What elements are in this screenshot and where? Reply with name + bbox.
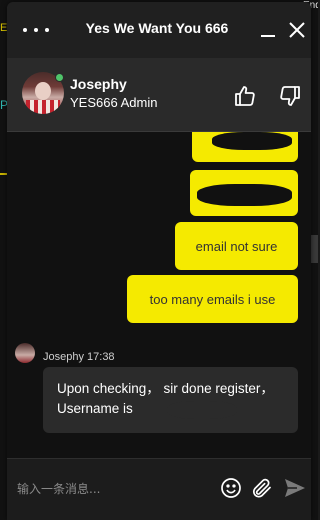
- message-composer: [7, 458, 311, 520]
- avatar-face: [35, 82, 51, 100]
- background-scrollbar[interactable]: [310, 235, 318, 263]
- chat-widget: Yes We Want You 666 Josephy YES666 Admin: [7, 2, 311, 520]
- send-icon[interactable]: [283, 476, 307, 500]
- minimize-icon[interactable]: [259, 20, 277, 40]
- chat-title: Yes We Want You 666: [85, 20, 229, 36]
- more-icon-dot: [34, 28, 38, 32]
- message-meta: Josephy 17:38: [43, 351, 115, 363]
- thumbs-down-icon[interactable]: [278, 84, 302, 108]
- emoji-icon[interactable]: [220, 477, 242, 499]
- online-status-dot: [55, 73, 64, 82]
- agent-role: YES666 Admin: [70, 95, 158, 110]
- message-list[interactable]: email not sure too many emails i use Jos…: [7, 132, 311, 458]
- redaction-scribble: [197, 184, 292, 206]
- chat-header: Yes We Want You 666: [7, 2, 311, 58]
- outgoing-message: too many emails i use: [127, 275, 298, 323]
- message-input[interactable]: [17, 477, 207, 501]
- avatar: [15, 343, 35, 363]
- redaction-scribble: [212, 132, 292, 150]
- more-icon-dot: [45, 28, 49, 32]
- more-options-button[interactable]: [23, 19, 49, 41]
- redaction-scribble: [167, 401, 237, 419]
- close-icon[interactable]: [287, 20, 307, 40]
- avatar-shirt: [26, 100, 60, 114]
- paperclip-icon[interactable]: [250, 476, 274, 500]
- agent-info-bar: Josephy YES666 Admin: [7, 58, 311, 132]
- outgoing-message: email not sure: [175, 222, 298, 270]
- incoming-message: Upon checking， sir done register，Usernam…: [43, 367, 298, 433]
- more-icon: [23, 28, 27, 32]
- thumbs-up-icon[interactable]: [233, 84, 257, 108]
- agent-name: Josephy: [70, 76, 127, 92]
